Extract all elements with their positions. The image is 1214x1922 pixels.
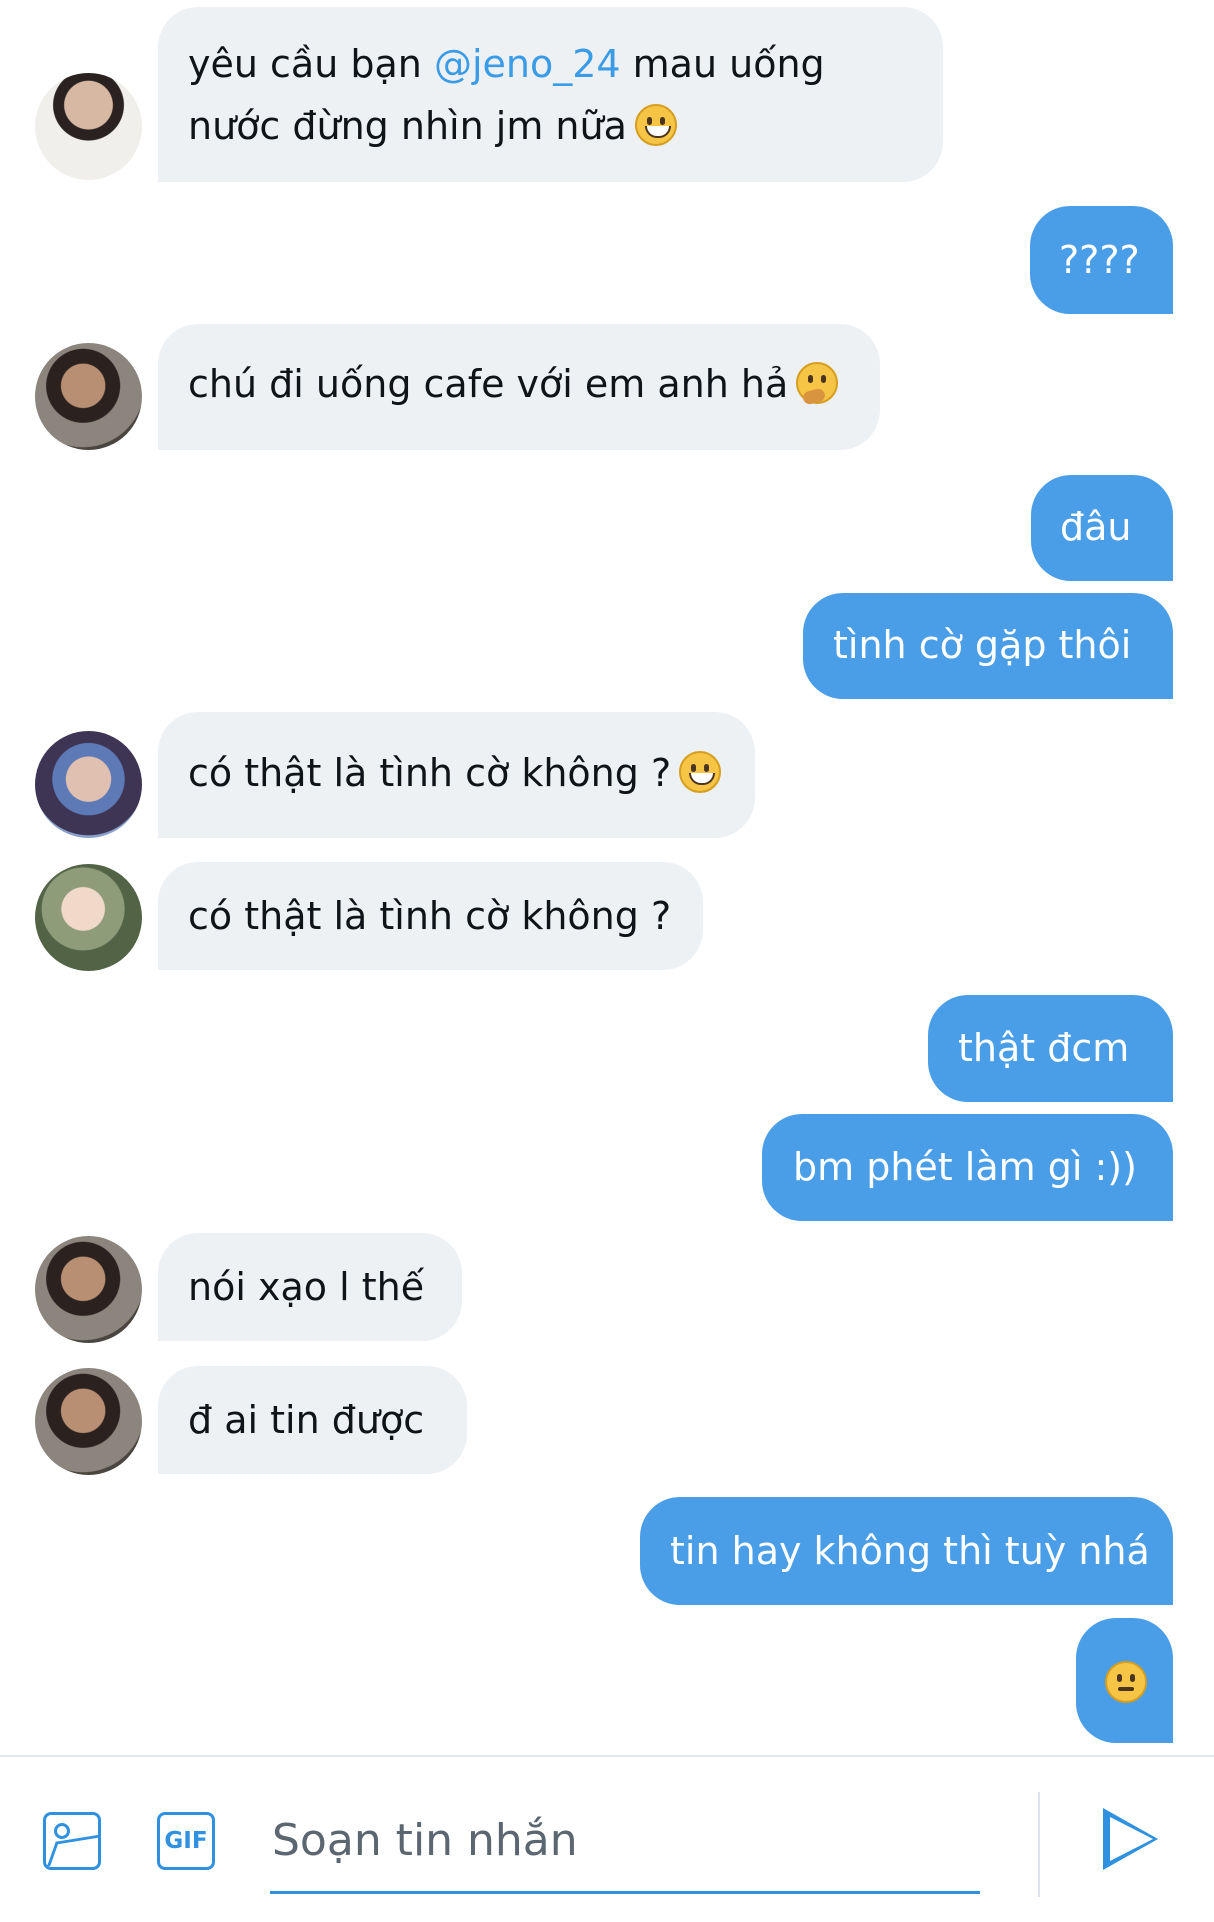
message-text: đâu [1060, 505, 1132, 549]
message-text: nói xạo l thế [188, 1265, 425, 1309]
message-text: ???? [1059, 238, 1140, 282]
message-text: tình cờ gặp thôi [833, 623, 1132, 667]
photo-icon[interactable] [43, 1812, 101, 1870]
message-text: có thật là tình cờ không ? [188, 743, 722, 804]
message-bubble-outgoing[interactable]: tin hay không thì tuỳ nhá [640, 1497, 1173, 1605]
message-composer: GIF [0, 1755, 1214, 1922]
message-bubble-outgoing[interactable]: tình cờ gặp thôi [803, 593, 1173, 699]
message-bubble-outgoing[interactable]: bm phét làm gì :)) [762, 1114, 1173, 1221]
unamused-face-emoji [1105, 1661, 1147, 1703]
composer-divider [1038, 1792, 1040, 1897]
message-text: thật đcm [958, 1026, 1130, 1070]
thinking-face-emoji [796, 362, 839, 404]
message-text: bm phét làm gì :)) [793, 1145, 1137, 1189]
message-bubble-outgoing[interactable] [1076, 1618, 1173, 1743]
gif-icon[interactable]: GIF [157, 1812, 215, 1870]
message-bubble-incoming[interactable]: yêu cầu bạn @jeno_24 mau uống nước đừng … [158, 7, 943, 182]
grinning-face-emoji [679, 751, 722, 793]
avatar[interactable] [35, 1368, 142, 1475]
message-input-container [270, 1787, 984, 1894]
grinning-face-emoji [634, 104, 677, 146]
message-bubble-incoming[interactable]: chú đi uống cafe với em anh hả [158, 324, 880, 450]
message-bubble-outgoing[interactable]: ???? [1030, 206, 1173, 314]
send-icon[interactable] [1103, 1808, 1158, 1870]
message-text: có thật là tình cờ không ? [188, 894, 672, 938]
message-text: yêu cầu bạn @jeno_24 mau uống [188, 42, 825, 86]
message-text: đ ai tin được [188, 1398, 425, 1442]
message-bubble-incoming[interactable]: có thật là tình cờ không ? [158, 712, 755, 838]
mention-link[interactable]: @jeno_24 [434, 42, 621, 86]
message-input[interactable] [270, 1787, 984, 1893]
avatar[interactable] [35, 731, 142, 838]
avatar[interactable] [35, 73, 142, 180]
message-bubble-incoming[interactable]: đ ai tin được [158, 1366, 467, 1474]
message-text: nước đừng nhìn jm nữa [188, 96, 677, 157]
message-bubble-outgoing[interactable]: thật đcm [928, 995, 1173, 1102]
avatar[interactable] [35, 1236, 142, 1343]
avatar[interactable] [35, 864, 142, 971]
message-text: tin hay không thì tuỳ nhá [670, 1529, 1150, 1573]
message-bubble-incoming[interactable]: có thật là tình cờ không ? [158, 862, 703, 970]
message-bubble-outgoing[interactable]: đâu [1031, 475, 1173, 581]
message-text: chú đi uống cafe với em anh hả [188, 354, 839, 415]
message-bubble-incoming[interactable]: nói xạo l thế [158, 1233, 462, 1341]
avatar[interactable] [35, 343, 142, 450]
